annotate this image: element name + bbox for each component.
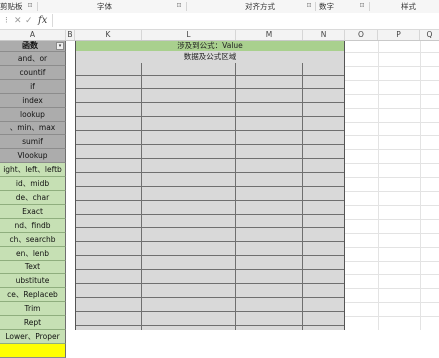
function-cell[interactable]: nd、findb [0, 219, 66, 233]
filter-dropdown-icon[interactable]: ▾ [56, 42, 64, 50]
gridline [345, 233, 439, 234]
cancel-icon[interactable]: ✕ [14, 16, 22, 26]
number-launcher-icon[interactable]: ⊡ [358, 2, 366, 10]
ribbon-separator [315, 2, 316, 11]
gridline [345, 122, 439, 123]
column-header-q[interactable]: Q [420, 30, 439, 40]
gridline [345, 205, 439, 206]
gridline [345, 191, 439, 192]
name-box-handle-icon[interactable]: ⁝ [5, 16, 8, 26]
gridline [345, 247, 439, 248]
function-cell[interactable] [0, 344, 66, 358]
insert-function-icon[interactable]: fx [38, 15, 47, 26]
formula-input[interactable] [52, 14, 439, 27]
gridline [345, 219, 439, 220]
ribbon-group-styles: 样式 [401, 2, 416, 11]
enter-icon[interactable]: ✓ [25, 16, 33, 26]
function-cell[interactable]: and、or [0, 52, 66, 66]
gridline [345, 135, 439, 136]
function-cell[interactable]: ch、searchb [0, 233, 66, 247]
gridline [345, 261, 439, 262]
ribbon-group-clipboard: 剪贴板 [0, 2, 23, 11]
function-cell[interactable]: Lower、Proper [0, 330, 66, 344]
gridline [345, 149, 439, 150]
gridline [345, 66, 439, 67]
ribbon-group-alignment: 对齐方式 [245, 2, 275, 11]
gridline [345, 177, 439, 178]
gridline [345, 274, 439, 275]
function-cell[interactable]: Text [0, 261, 66, 274]
function-cell[interactable]: Vlookup [0, 149, 66, 163]
ribbon-separator [186, 2, 187, 11]
column-header-n[interactable]: N [303, 30, 345, 40]
gridline [345, 94, 439, 95]
gridline [345, 163, 439, 164]
gridline [345, 288, 439, 289]
ribbon-separator [37, 2, 38, 11]
column-header-b[interactable]: B [66, 30, 75, 40]
column-header-m[interactable]: M [236, 30, 303, 40]
gridline [345, 52, 439, 53]
gridline [345, 108, 439, 109]
ribbon-group-bar: 剪贴板 ⊡ 字体 ⊡ 对齐方式 ⊡ 数字 ⊡ 样式 [0, 0, 439, 14]
column-header-row: A B K L M N O P Q [0, 30, 439, 41]
function-cell[interactable]: index [0, 94, 66, 108]
alignment-launcher-icon[interactable]: ⊡ [305, 2, 313, 10]
function-cell[interactable]: countif [0, 66, 66, 80]
function-cell[interactable]: 、min、max [0, 122, 66, 135]
ribbon-group-font: 字体 [97, 2, 112, 11]
column-header-l[interactable]: L [142, 30, 236, 40]
gridline [345, 80, 439, 81]
function-cell[interactable]: sumif [0, 135, 66, 149]
function-cell[interactable]: ce、Replaceb [0, 288, 66, 302]
function-cell[interactable]: lookup [0, 108, 66, 122]
clipboard-launcher-icon[interactable]: ⊡ [26, 2, 34, 10]
ribbon-group-number: 数字 [319, 2, 334, 11]
column-header-a[interactable]: A [0, 30, 66, 40]
column-header-o[interactable]: O [345, 30, 378, 40]
column-header-p[interactable]: P [378, 30, 420, 40]
function-cell[interactable]: Exact [0, 205, 66, 219]
function-cell[interactable]: Trim [0, 302, 66, 316]
table-outline [75, 41, 345, 330]
function-cell[interactable]: id、midb [0, 177, 66, 191]
gridline [420, 41, 421, 330]
function-cell[interactable]: ight、left、leftb [0, 163, 66, 177]
function-header-cell[interactable]: 函数 ▾ [0, 41, 66, 52]
formula-bar: ⁝ ✕ ✓ fx [0, 13, 439, 30]
gridline [345, 316, 439, 317]
column-header-k[interactable]: K [75, 30, 142, 40]
gridline [378, 41, 379, 330]
font-launcher-icon[interactable]: ⊡ [175, 2, 183, 10]
function-cell[interactable]: Rept [0, 316, 66, 330]
function-cell[interactable]: de、char [0, 191, 66, 205]
ribbon-separator [369, 2, 370, 11]
function-cell[interactable]: ubstitute [0, 274, 66, 288]
function-cell[interactable]: if [0, 80, 66, 94]
worksheet-grid[interactable]: 函数 ▾ 涉及到公式：Value 数据及公式区域 and、or countif if… [0, 41, 439, 358]
gridline [345, 302, 439, 303]
function-cell[interactable]: en、lenb [0, 247, 66, 261]
function-header-label: 函数 [22, 41, 38, 50]
